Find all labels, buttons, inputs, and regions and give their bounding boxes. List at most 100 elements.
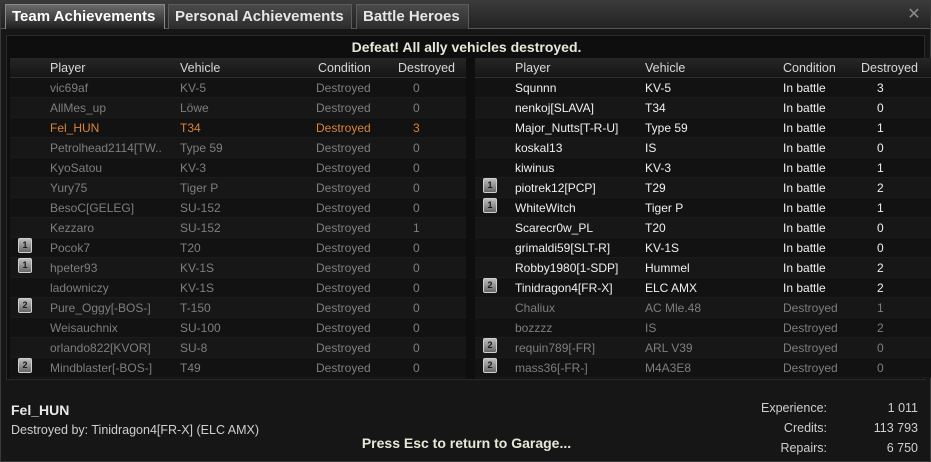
player-name-cell: KyoSatou (50, 161, 103, 175)
player-name-cell: grimaldi59[SLT-R] (515, 241, 611, 255)
condition-cell: Destroyed (316, 161, 371, 175)
player-name-cell: Tinidragon4[FR-X] (515, 281, 613, 295)
tab-team-achievements[interactable]: Team Achievements (5, 4, 165, 29)
header-destroyed[interactable]: Destroyed (861, 58, 923, 78)
header-condition[interactable]: Condition (318, 58, 398, 78)
condition-cell: In battle (783, 221, 826, 235)
rank-badge-icon: 2 (483, 358, 497, 373)
table-row[interactable]: Fel_HUN T34 Destroyed 3 (10, 118, 466, 138)
vehicle-cell: KV-5 (180, 81, 207, 95)
close-icon[interactable]: ✕ (906, 6, 922, 22)
destroyed-cell: 1 (877, 201, 884, 215)
player-name-cell: Fel_HUN (50, 121, 100, 135)
condition-cell: Destroyed (316, 141, 371, 155)
table-header: Player Vehicle Condition Destroyed (475, 58, 931, 78)
condition-cell: In battle (783, 161, 826, 175)
table-row[interactable]: koskal13 IS In battle 0 (475, 138, 931, 158)
vehicle-cell: AC Mle.48 (645, 301, 702, 315)
player-name-cell: ladowniczy (50, 281, 109, 295)
player-name-cell: nenkoj[SLAVA] (515, 101, 594, 115)
table-row[interactable]: KyoSatou KV-3 Destroyed 0 (10, 158, 466, 178)
table-row[interactable]: 2 mass36[-FR-] M4A3E8 Destroyed 0 (475, 358, 931, 378)
condition-cell: Destroyed (316, 281, 371, 295)
condition-cell: In battle (783, 201, 826, 215)
tab-battle-heroes[interactable]: Battle Heroes (356, 4, 469, 29)
table-row[interactable]: Chaliux AC Mle.48 Destroyed 1 (475, 298, 931, 318)
vehicle-cell: KV-1S (645, 241, 680, 255)
destroyed-cell: 0 (877, 341, 884, 355)
condition-cell: In battle (783, 261, 826, 275)
table-row[interactable]: ladowniczy KV-1S Destroyed 0 (10, 278, 466, 298)
table-row[interactable]: Weisauchnix SU-100 Destroyed 0 (10, 318, 466, 338)
vehicle-cell: T34 (180, 121, 201, 135)
table-row[interactable]: 2 Pure_Oggy[-BOS-] T-150 Destroyed 0 (10, 298, 466, 318)
vehicle-cell: SU-100 (180, 321, 221, 335)
vehicle-cell: ARL V39 (645, 341, 693, 355)
destroyed-cell: 0 (413, 321, 420, 335)
table-row[interactable]: vic69af KV-5 Destroyed 0 (10, 78, 466, 98)
repairs-value: 6 750 (886, 441, 918, 455)
condition-cell: Destroyed (316, 361, 371, 375)
header-vehicle[interactable]: Vehicle (645, 58, 755, 78)
player-name-cell: mass36[-FR-] (515, 361, 588, 375)
table-row[interactable]: Yury75 Tiger P Destroyed 0 (10, 178, 466, 198)
condition-cell: Destroyed (316, 241, 371, 255)
table-row[interactable]: Robby1980[1-SDP] Hummel In battle 2 (475, 258, 931, 278)
destroyed-cell: 0 (413, 301, 420, 315)
rank-badge-icon: 1 (483, 198, 497, 213)
condition-cell: Destroyed (316, 81, 371, 95)
rank-badge-icon: 2 (18, 298, 32, 313)
condition-cell: Destroyed (316, 181, 371, 195)
header-vehicle[interactable]: Vehicle (180, 58, 290, 78)
table-row[interactable]: orlando822[KVOR] SU-8 Destroyed 0 (10, 338, 466, 358)
header-player[interactable]: Player (515, 58, 640, 78)
destroyed-cell: 0 (413, 281, 420, 295)
player-name-cell: hpeter93 (50, 261, 98, 275)
table-row[interactable]: AllMes_up Löwe Destroyed 0 (10, 98, 466, 118)
table-row[interactable]: 1 Pocok7 T20 Destroyed 0 (10, 238, 466, 258)
table-row[interactable]: Major_Nutts[T-R-U] Type 59 In battle 1 (475, 118, 931, 138)
destroyed-cell: 0 (413, 81, 420, 95)
condition-cell: In battle (783, 241, 826, 255)
table-row[interactable]: 2 Tinidragon4[FR-X] ELC AMX In battle 2 (475, 278, 931, 298)
table-row[interactable]: Kezzaro SU-152 Destroyed 1 (10, 218, 466, 238)
player-name-cell: Robby1980[1-SDP] (515, 261, 619, 275)
tab-personal-achievements[interactable]: Personal Achievements (168, 4, 352, 29)
table-row[interactable]: nenkoj[SLAVA] T34 In battle 0 (475, 98, 931, 118)
table-row[interactable]: Scarecr0w_PL T20 In battle 0 (475, 218, 931, 238)
table-row[interactable]: BesoC[GELEG] SU-152 Destroyed 0 (10, 198, 466, 218)
condition-cell: Destroyed (316, 221, 371, 235)
destroyed-cell: 0 (413, 141, 420, 155)
table-row[interactable]: 1 hpeter93 KV-1S Destroyed 0 (10, 258, 466, 278)
header-destroyed[interactable]: Destroyed (398, 58, 460, 78)
table-row[interactable]: grimaldi59[SLT-R] KV-1S In battle 0 (475, 238, 931, 258)
vehicle-cell: SU-8 (180, 341, 208, 355)
condition-cell: Destroyed (316, 101, 371, 115)
table-row[interactable]: Squnnn KV-5 In battle 3 (475, 78, 931, 98)
table-row[interactable]: Petrolhead2114[TW.. Type 59 Destroyed 0 (10, 138, 466, 158)
header-player[interactable]: Player (50, 58, 175, 78)
experience-stat: Experience: 1 011 (718, 401, 918, 419)
results-panel: Defeat! All ally vehicles destroyed. Pla… (6, 35, 931, 380)
vehicle-cell: KV-3 (180, 161, 207, 175)
table-row[interactable]: bozzzz IS Destroyed 2 (475, 318, 931, 338)
player-name-cell: kiwinus (515, 161, 555, 175)
vehicle-cell: T34 (645, 101, 666, 115)
player-name-cell: vic69af (50, 81, 89, 95)
credits-value: 113 793 (873, 421, 918, 435)
vehicle-cell: Type 59 (645, 121, 688, 135)
header-condition[interactable]: Condition (783, 58, 863, 78)
table-row[interactable]: 2 requin789[-FR] ARL V39 Destroyed 0 (475, 338, 931, 358)
player-name-cell: koskal13 (515, 141, 563, 155)
table-row[interactable]: 2 Mindblaster[-BOS-] T49 Destroyed 0 (10, 358, 466, 378)
vehicle-cell: Tiger P (645, 201, 684, 215)
vehicle-cell: SU-152 (180, 221, 221, 235)
repairs-stat: Repairs: 6 750 (718, 441, 918, 459)
table-row[interactable]: 1 piotrek12[PCP] T29 In battle 2 (475, 178, 931, 198)
player-name-cell: Pure_Oggy[-BOS-] (50, 301, 151, 315)
table-row[interactable]: kiwinus KV-3 In battle 1 (475, 158, 931, 178)
table-row[interactable]: 1 WhiteWitch Tiger P In battle 1 (475, 198, 931, 218)
player-name-cell: requin789[-FR] (515, 341, 596, 355)
vehicle-cell: Hummel (645, 261, 690, 275)
condition-cell: In battle (783, 181, 826, 195)
